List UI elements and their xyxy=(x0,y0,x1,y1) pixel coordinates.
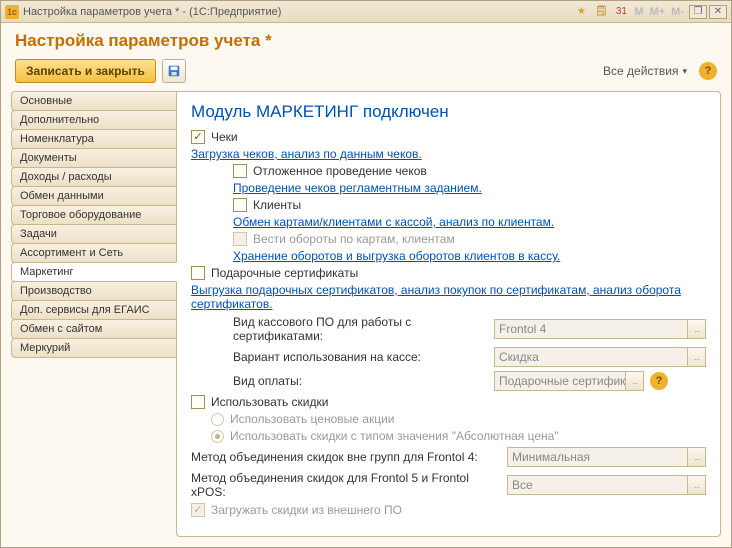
discount-radio-price xyxy=(211,413,224,426)
window-title: Настройка параметров учета * - (1С:Предп… xyxy=(23,6,281,18)
combine-f5-value: Все xyxy=(512,478,533,492)
page-header: Настройка параметров учета * xyxy=(1,23,731,55)
tab-3[interactable]: Документы xyxy=(11,148,176,168)
payment-value: Подарочные сертификат xyxy=(499,374,638,388)
payment-help-icon[interactable]: ? xyxy=(650,372,668,390)
clients-checkbox[interactable] xyxy=(233,198,247,212)
titlebar: 1c Настройка параметров учета * - (1С:Пр… xyxy=(1,1,731,23)
discounts-label: Использовать скидки xyxy=(211,395,328,409)
tab-6[interactable]: Торговое оборудование xyxy=(11,205,176,225)
calculator-icon[interactable]: 🗒 xyxy=(592,4,610,20)
clients-link[interactable]: Обмен картами/клиентами с кассой, анализ… xyxy=(233,215,554,229)
tab-8[interactable]: Ассортимент и Сеть xyxy=(11,243,176,263)
combine-f5-ellipsis: ... xyxy=(687,476,705,494)
tab-0[interactable]: Основные xyxy=(11,91,176,111)
pos-type-label: Вид кассового ПО для работы с сертификат… xyxy=(233,315,488,343)
gift-label: Подарочные сертификаты xyxy=(211,266,358,280)
tab-10[interactable]: Производство xyxy=(11,281,176,301)
load-ext-label: Загружать скидки из внешнего ПО xyxy=(211,503,402,517)
tab-2[interactable]: Номенклатура xyxy=(11,129,176,149)
discount-radio2-label: Использовать скидки с типом значения "Аб… xyxy=(230,429,559,443)
load-ext-checkbox xyxy=(191,503,205,517)
variant-field: Скидка ... xyxy=(494,347,706,367)
variant-label: Вариант использования на кассе: xyxy=(233,350,488,364)
turnover-link[interactable]: Хранение оборотов и выгрузка оборотов кл… xyxy=(233,249,560,263)
save-button[interactable] xyxy=(162,59,186,83)
discount-radio-absolute xyxy=(211,430,224,443)
page-title: Настройка параметров учета * xyxy=(15,31,717,51)
variant-ellipsis: ... xyxy=(687,348,705,366)
tab-12[interactable]: Обмен с сайтом xyxy=(11,319,176,339)
content-panel: Модуль МАРКЕТИНГ подключен Чеки Загрузка… xyxy=(176,91,721,537)
deferred-link[interactable]: Проведение чеков регламентным заданием. xyxy=(233,181,482,195)
all-actions-menu[interactable]: Все действия xyxy=(603,64,687,78)
checks-checkbox[interactable] xyxy=(191,130,205,144)
combine-out-value: Минимальная xyxy=(512,450,590,464)
tab-5[interactable]: Обмен данными xyxy=(11,186,176,206)
checks-link[interactable]: Загрузка чеков, анализ по данным чеков. xyxy=(191,147,422,161)
tab-4[interactable]: Доходы / расходы xyxy=(11,167,176,187)
save-and-close-button[interactable]: Записать и закрыть xyxy=(15,59,156,83)
help-icon[interactable]: ? xyxy=(699,62,717,80)
tab-1[interactable]: Дополнительно xyxy=(11,110,176,130)
payment-label: Вид оплаты: xyxy=(233,374,488,388)
tab-13[interactable]: Меркурий xyxy=(11,338,176,358)
variant-value: Скидка xyxy=(499,350,539,364)
combine-out-field: Минимальная ... xyxy=(507,447,706,467)
checks-label: Чеки xyxy=(211,130,238,144)
restore-button[interactable]: ❐ xyxy=(689,5,707,19)
clients-label: Клиенты xyxy=(253,198,301,212)
tab-7[interactable]: Задачи xyxy=(11,224,176,244)
gift-link[interactable]: Выгрузка подарочных сертификатов, анализ… xyxy=(191,283,706,311)
pos-type-value: Frontol 4 xyxy=(499,322,546,336)
app-icon: 1c xyxy=(5,5,19,19)
payment-ellipsis: ... xyxy=(625,372,643,390)
m-minus-button[interactable]: M- xyxy=(668,6,687,18)
discounts-checkbox[interactable] xyxy=(191,395,205,409)
combine-out-label: Метод объединения скидок вне групп для F… xyxy=(191,450,501,464)
m-button[interactable]: M xyxy=(631,6,646,18)
pos-type-field: Frontol 4 ... xyxy=(494,319,706,339)
turnover-checkbox xyxy=(233,232,247,246)
combine-out-ellipsis: ... xyxy=(687,448,705,466)
combine-f5-label: Метод объединения скидок для Frontol 5 и… xyxy=(191,471,501,499)
pos-type-ellipsis: ... xyxy=(687,320,705,338)
toolbar: Записать и закрыть Все действия ? xyxy=(1,55,731,91)
tab-11[interactable]: Доп. сервисы для ЕГАИС xyxy=(11,300,176,320)
m-plus-button[interactable]: M+ xyxy=(647,6,669,18)
tabs-list: ОсновныеДополнительноНоменклатураДокумен… xyxy=(11,91,176,537)
gift-checkbox[interactable] xyxy=(191,266,205,280)
tab-9[interactable]: Маркетинг xyxy=(11,262,177,282)
deferred-checkbox[interactable] xyxy=(233,164,247,178)
panel-heading: Модуль МАРКЕТИНГ подключен xyxy=(191,102,706,122)
deferred-label: Отложенное проведение чеков xyxy=(253,164,427,178)
close-button[interactable]: ✕ xyxy=(709,5,727,19)
favorite-icon[interactable]: ★ xyxy=(572,4,590,20)
turnover-label: Вести обороты по картам, клиентам xyxy=(253,232,455,246)
calendar-icon[interactable]: 31 xyxy=(612,4,630,20)
discount-radio1-label: Использовать ценовые акции xyxy=(230,412,394,426)
combine-f5-field: Все ... xyxy=(507,475,706,495)
payment-field: Подарочные сертификат ... xyxy=(494,371,644,391)
